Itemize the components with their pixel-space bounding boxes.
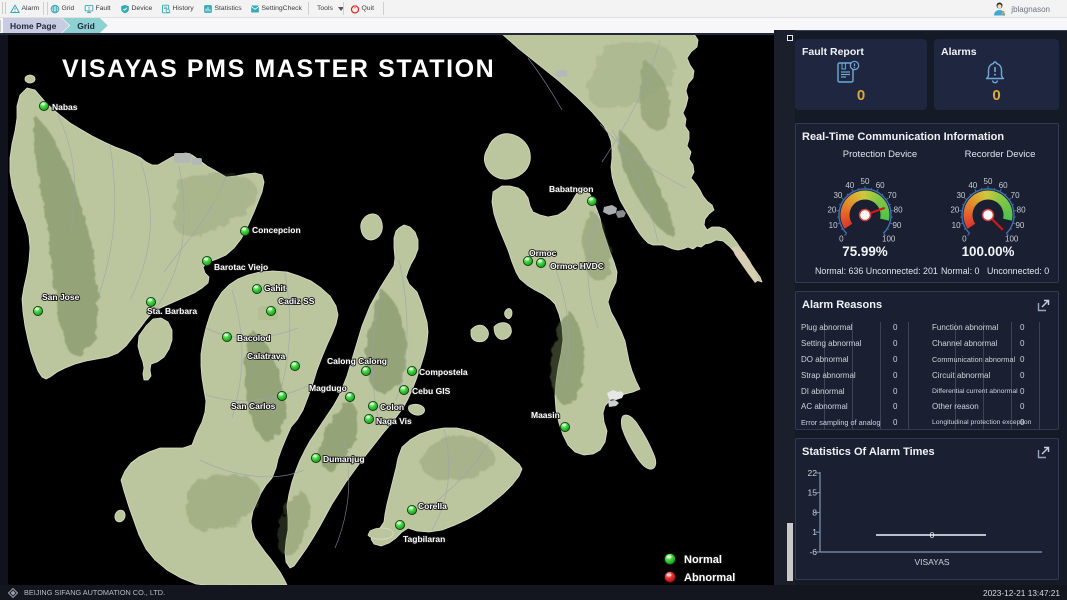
svg-text:50: 50 bbox=[861, 177, 870, 186]
svg-text:Unconnected: 0: Unconnected: 0 bbox=[987, 266, 1049, 276]
svg-text:Babatngon: Babatngon bbox=[549, 184, 593, 194]
svg-text:40: 40 bbox=[968, 181, 977, 190]
svg-text:Dumanjug: Dumanjug bbox=[323, 454, 365, 464]
svg-text:70: 70 bbox=[1011, 191, 1020, 200]
svg-text:Concepcion: Concepcion bbox=[252, 225, 301, 235]
svg-text:Nabas: Nabas bbox=[52, 102, 78, 112]
svg-text:San Carlos: San Carlos bbox=[231, 401, 276, 411]
svg-text:Sta. Barbara: Sta. Barbara bbox=[147, 306, 197, 316]
svg-text:Corella: Corella bbox=[418, 501, 447, 511]
svg-text:Calong Calong: Calong Calong bbox=[327, 356, 387, 366]
svg-text:Normal: 0: Normal: 0 bbox=[941, 266, 980, 276]
svg-text:Ormoc HVDC: Ormoc HVDC bbox=[550, 261, 604, 271]
svg-text:15: 15 bbox=[808, 488, 818, 498]
svg-text:Colon: Colon bbox=[380, 402, 404, 412]
svg-text:San Jose: San Jose bbox=[42, 292, 80, 302]
svg-text:50: 50 bbox=[984, 177, 993, 186]
svg-text:20: 20 bbox=[827, 205, 836, 214]
svg-text:Bacolod: Bacolod bbox=[237, 333, 271, 343]
svg-text:Gahit: Gahit bbox=[264, 283, 286, 293]
svg-text:0: 0 bbox=[962, 234, 967, 243]
svg-text:30: 30 bbox=[833, 191, 842, 200]
svg-text:60: 60 bbox=[876, 181, 885, 190]
svg-text:90: 90 bbox=[892, 221, 901, 230]
svg-text:Calatrava: Calatrava bbox=[247, 351, 286, 361]
svg-text:60: 60 bbox=[999, 181, 1008, 190]
svg-text:90: 90 bbox=[1015, 221, 1024, 230]
svg-text:100: 100 bbox=[1005, 234, 1019, 243]
svg-text:100: 100 bbox=[882, 234, 896, 243]
svg-text:22: 22 bbox=[808, 468, 818, 478]
svg-text:10: 10 bbox=[829, 221, 838, 230]
svg-text:Compostela: Compostela bbox=[419, 367, 468, 377]
svg-text:Tagbilaran: Tagbilaran bbox=[403, 534, 445, 544]
svg-text:Normal: 636 Unconnected: 201: Normal: 636 Unconnected: 201 bbox=[815, 266, 938, 276]
svg-text:Normal: Normal bbox=[684, 554, 722, 566]
svg-text:Protection Device: Protection Device bbox=[843, 149, 917, 160]
svg-text:0: 0 bbox=[839, 234, 844, 243]
svg-text:Naga Vis: Naga Vis bbox=[376, 416, 412, 426]
svg-text:Abnormal: Abnormal bbox=[684, 572, 735, 584]
svg-text:Cebu GIS: Cebu GIS bbox=[412, 386, 451, 396]
svg-text:Maasin: Maasin bbox=[531, 410, 560, 420]
svg-text:80: 80 bbox=[894, 205, 903, 214]
svg-text:30: 30 bbox=[956, 191, 965, 200]
svg-text:VISAYAS: VISAYAS bbox=[914, 557, 949, 567]
svg-text:Recorder Device: Recorder Device bbox=[965, 149, 1036, 160]
svg-text:20: 20 bbox=[950, 205, 959, 214]
svg-text:100.00%: 100.00% bbox=[962, 244, 1015, 259]
svg-text:75.99%: 75.99% bbox=[842, 244, 888, 259]
svg-text:40: 40 bbox=[845, 181, 854, 190]
svg-text:Cadiz SS: Cadiz SS bbox=[278, 296, 315, 306]
svg-text:VISAYAS PMS MASTER STATION: VISAYAS PMS MASTER STATION bbox=[62, 55, 495, 83]
svg-text:10: 10 bbox=[952, 221, 961, 230]
svg-text:70: 70 bbox=[888, 191, 897, 200]
svg-text:Magdugo: Magdugo bbox=[309, 383, 347, 393]
svg-text:Ormoc: Ormoc bbox=[529, 248, 557, 258]
svg-text:Barotac Viejo: Barotac Viejo bbox=[214, 262, 268, 272]
svg-text:80: 80 bbox=[1017, 205, 1026, 214]
svg-text:0: 0 bbox=[930, 530, 935, 540]
